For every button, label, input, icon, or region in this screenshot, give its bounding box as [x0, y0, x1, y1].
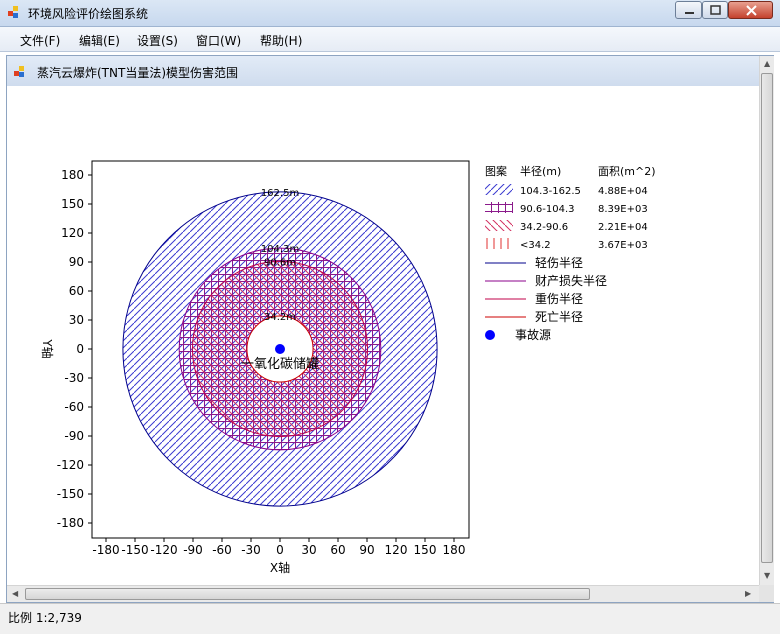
legend-zone-range: <34.2: [520, 240, 551, 251]
x-tick-label: -60: [212, 543, 232, 557]
horizontal-scrollbar[interactable]: ◀ ▶: [7, 585, 759, 602]
x-tick-label: -90: [183, 543, 203, 557]
vertical-scroll-thumb[interactable]: [761, 73, 773, 563]
legend-zone-area: 4.88E+04: [598, 186, 648, 197]
legend-zone-area: 2.21E+04: [598, 222, 648, 233]
y-tick-label: -60: [64, 400, 84, 414]
status-bar: 比例 1:2,739: [0, 603, 780, 634]
legend-line-label: 重伤半径: [535, 292, 583, 306]
accident-source-label: 一氧化碳储罐: [241, 357, 319, 372]
legend-header-area: 面积(m^2): [598, 165, 656, 178]
y-tick-label: -180: [57, 516, 84, 530]
damage-zone-chart: 162.5m 104.3m 90.6m 34.2m 一氧化碳储罐 -180 -15…: [40, 160, 656, 575]
legend-zone-area: 3.67E+03: [598, 240, 648, 251]
legend-line-label: 死亡半径: [535, 310, 583, 324]
scrollbar-corner: [759, 585, 774, 602]
menu-edit[interactable]: 编辑(E): [79, 32, 120, 49]
radius-label-death: 34.2m: [264, 312, 296, 323]
radius-label-serious-injury: 90.6m: [264, 257, 296, 268]
x-tick-label: -120: [150, 543, 177, 557]
y-tick-label: -90: [64, 429, 84, 443]
scale-status: 比例 1:2,739: [8, 611, 82, 625]
minimize-button[interactable]: [675, 1, 702, 19]
window-title: 环境风险评价绘图系统: [28, 7, 149, 21]
legend-header-pattern: 图案: [485, 164, 507, 178]
y-tick-label: 120: [61, 226, 84, 240]
y-tick-label: 150: [61, 197, 84, 211]
y-tick-label: 30: [69, 313, 84, 327]
legend: 图案 半径(m) 面积(m^2) 104.3-162.5 4.88E+04 90…: [485, 164, 656, 342]
app-icon: [8, 6, 18, 18]
y-tick-label: -120: [57, 458, 84, 472]
accident-source-point: [275, 344, 285, 354]
x-tick-label: 30: [301, 543, 316, 557]
y-tick-label: -150: [57, 487, 84, 501]
menu-settings[interactable]: 设置(S): [137, 32, 178, 49]
radius-label-light-injury: 162.5m: [261, 188, 299, 199]
legend-zone-range: 104.3-162.5: [520, 186, 581, 197]
x-tick-label: 60: [330, 543, 345, 557]
y-tick-label: 60: [69, 284, 84, 298]
legend-source-marker: [485, 330, 495, 340]
legend-swatch-light-injury-zone: [485, 184, 513, 195]
x-axis-title: X轴: [270, 560, 290, 575]
x-tick-label: 180: [443, 543, 466, 557]
y-tick-label: 180: [61, 168, 84, 182]
radius-label-property-loss: 104.3m: [261, 244, 299, 255]
legend-zone-area: 8.39E+03: [598, 204, 648, 215]
window-title-bar[interactable]: 环境风险评价绘图系统: [0, 0, 780, 27]
menu-file[interactable]: 文件(F): [20, 32, 60, 49]
legend-swatch-death-zone: [485, 238, 513, 249]
legend-line-label: 轻伤半径: [535, 256, 583, 270]
child-window-title: 蒸汽云爆炸(TNT当量法)模型伤害范围: [37, 66, 239, 80]
scroll-down-arrow-icon[interactable]: ▼: [764, 571, 770, 580]
y-tick-label: 90: [69, 255, 84, 269]
x-tick-label: -30: [241, 543, 261, 557]
x-axis-ticks: -180 -150 -120 -90 -60 -30 0 30 60 90 120 150 180: [92, 538, 465, 557]
maximize-button[interactable]: [702, 1, 728, 19]
y-tick-label: -30: [64, 371, 84, 385]
x-tick-label: 120: [385, 543, 408, 557]
menu-bar: 文件(F) 编辑(E) 设置(S) 窗口(W) 帮助(H): [0, 27, 780, 52]
x-tick-label: -180: [92, 543, 119, 557]
legend-swatch-property-loss-zone: [485, 202, 513, 213]
menu-window[interactable]: 窗口(W): [196, 32, 241, 49]
x-tick-label: 90: [359, 543, 374, 557]
vertical-scrollbar[interactable]: ▲ ▼: [759, 56, 774, 585]
legend-header-radius: 半径(m): [520, 164, 561, 178]
y-axis-ticks: 180 150 120 90 60 30 0 -30 -60 -90 -120 -150 -180: [57, 168, 92, 530]
x-tick-label: 0: [276, 543, 284, 557]
child-window-caption: 蒸汽云爆炸(TNT当量法)模型伤害范围: [7, 56, 759, 86]
horizontal-scroll-thumb[interactable]: [25, 588, 590, 600]
menu-help[interactable]: 帮助(H): [260, 32, 302, 49]
chart-window-icon: [14, 66, 24, 77]
scroll-left-arrow-icon[interactable]: ◀: [12, 589, 18, 598]
legend-zone-range: 90.6-104.3: [520, 204, 575, 215]
legend-zone-range: 34.2-90.6: [520, 222, 568, 233]
x-tick-label: -150: [121, 543, 148, 557]
scroll-right-arrow-icon[interactable]: ▶: [745, 589, 751, 598]
y-tick-label: 0: [76, 342, 84, 356]
scroll-up-arrow-icon[interactable]: ▲: [764, 59, 770, 68]
x-tick-label: 150: [414, 543, 437, 557]
legend-source-label: 事故源: [515, 327, 551, 342]
chart-document-window: 蒸汽云爆炸(TNT当量法)模型伤害范围 162.5m 104.3m 90.6m …: [6, 55, 774, 603]
close-button[interactable]: [728, 1, 773, 19]
legend-swatch-serious-injury-zone: [485, 220, 513, 231]
y-axis-title: Y轴: [40, 338, 55, 358]
legend-line-label: 财产损失半径: [535, 273, 607, 288]
